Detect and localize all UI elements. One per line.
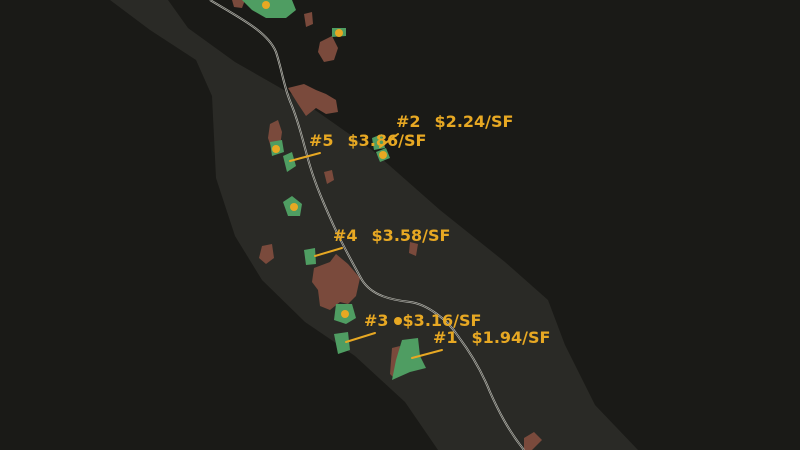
map-view[interactable]: #1 $1.94/SF #2 $2.24/SF #3 $3.16/SF #4 $3.58…	[0, 0, 800, 450]
comp-label-5[interactable]: #5 $3.86/SF	[309, 131, 426, 150]
comp-price: $3.86/SF	[348, 131, 427, 150]
location-marker[interactable]	[335, 29, 343, 37]
parcel-brown[interactable]	[304, 12, 313, 27]
comp-price: $3.58/SF	[372, 226, 451, 245]
comp-price: $1.94/SF	[472, 328, 551, 347]
location-marker[interactable]	[341, 310, 349, 318]
comp-rank: #3	[364, 311, 389, 330]
comp-rank: #2	[396, 112, 421, 131]
parcel-brown[interactable]	[232, 0, 245, 8]
map-canvas[interactable]: #1 $1.94/SF #2 $2.24/SF #3 $3.16/SF #4 $3.58…	[0, 0, 800, 450]
location-marker[interactable]	[379, 151, 387, 159]
comp-rank: #5	[309, 131, 334, 150]
parcel-brown[interactable]	[318, 36, 338, 62]
comp-label-1[interactable]: #1 $1.94/SF	[433, 328, 550, 347]
parcel-green[interactable]	[334, 332, 350, 354]
corridor-band	[110, 0, 638, 450]
comp-label-4[interactable]: #4 $3.58/SF	[333, 226, 450, 245]
comp-rank: #4	[333, 226, 358, 245]
comp-price: $2.24/SF	[435, 112, 514, 131]
location-marker[interactable]	[262, 1, 270, 9]
comp-label-3[interactable]: #3 $3.16/SF	[364, 311, 481, 330]
comp-price: $3.16/SF	[403, 311, 482, 330]
location-marker[interactable]	[272, 145, 280, 153]
location-marker[interactable]	[290, 203, 298, 211]
location-marker[interactable]	[394, 317, 402, 325]
comp-label-2[interactable]: #2 $2.24/SF	[396, 112, 513, 131]
comp-rank: #1	[433, 328, 458, 347]
